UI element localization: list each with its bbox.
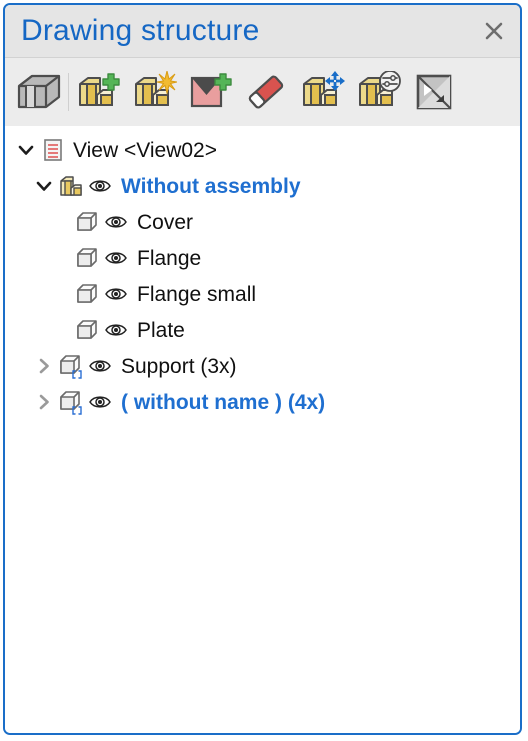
tree-item-label: View <View02> [73, 138, 217, 162]
tree-row[interactable]: Without assembly [5, 168, 520, 204]
add-view-icon[interactable] [182, 64, 238, 120]
add-assembly-icon[interactable] [70, 64, 126, 120]
part-cube-icon [73, 244, 101, 272]
visibility-eye-icon[interactable] [85, 352, 115, 380]
chevron-down-icon [36, 181, 52, 191]
tree-twisty-placeholder [47, 276, 73, 312]
tree-item-label: Flange small [137, 282, 257, 306]
part-cube-icon [73, 208, 101, 236]
tree-row[interactable]: Flange [5, 240, 520, 276]
tree-item-label: ( without name ) (4x) [121, 390, 326, 414]
toolbar-separator [68, 73, 69, 111]
visibility-eye-icon[interactable] [85, 172, 115, 200]
tree-item-label: Without assembly [121, 174, 301, 198]
visibility-eye-icon[interactable] [101, 316, 131, 344]
tree-row[interactable]: Plate [5, 312, 520, 348]
tree-item-label: Plate [137, 318, 185, 342]
tree-expand-toggle[interactable] [31, 384, 57, 420]
drawing-structure-panel: Drawing structure View <View02> Without … [3, 3, 522, 735]
chevron-down-icon [18, 145, 34, 155]
tree-expand-toggle[interactable] [13, 132, 39, 168]
page-title: Drawing structure [21, 14, 260, 47]
contrast-icon[interactable] [406, 64, 462, 120]
tree-row[interactable]: Cover [5, 204, 520, 240]
tree-item-label: Flange [137, 246, 202, 270]
tree-twisty-placeholder [47, 204, 73, 240]
part-array-cube-icon [57, 352, 85, 380]
visibility-eye-icon[interactable] [101, 208, 131, 236]
chevron-right-icon [39, 358, 49, 374]
move-assembly-icon[interactable] [294, 64, 350, 120]
tree-row[interactable]: ( without name ) (4x) [5, 384, 520, 420]
part-cube-icon [73, 280, 101, 308]
drawing-structure-tree: View <View02> Without assembly Cover Fla… [5, 126, 520, 733]
panel-titlebar: Drawing structure [5, 5, 520, 58]
tree-expand-toggle[interactable] [31, 168, 57, 204]
assembly-properties-icon[interactable] [350, 64, 406, 120]
part-array-cube-icon [57, 388, 85, 416]
eraser-icon[interactable] [238, 64, 294, 120]
tree-row[interactable]: Support (3x) [5, 348, 520, 384]
tree-twisty-placeholder [47, 240, 73, 276]
tree-expand-toggle[interactable] [31, 348, 57, 384]
tree-row[interactable]: View <View02> [5, 132, 520, 168]
part-cube-icon [73, 316, 101, 344]
new-assembly-icon[interactable] [126, 64, 182, 120]
tree-item-label: Cover [137, 210, 194, 234]
view-document-icon [39, 136, 67, 164]
visibility-eye-icon[interactable] [101, 244, 131, 272]
visibility-eye-icon[interactable] [85, 388, 115, 416]
close-icon[interactable] [478, 15, 510, 47]
show-all-parts-icon[interactable] [11, 64, 67, 120]
tree-twisty-placeholder [47, 312, 73, 348]
tree-row[interactable]: Flange small [5, 276, 520, 312]
panel-toolbar [5, 58, 520, 126]
assembly-icon [57, 172, 85, 200]
tree-item-label: Support (3x) [121, 354, 237, 378]
visibility-eye-icon[interactable] [101, 280, 131, 308]
chevron-right-icon [39, 394, 49, 410]
